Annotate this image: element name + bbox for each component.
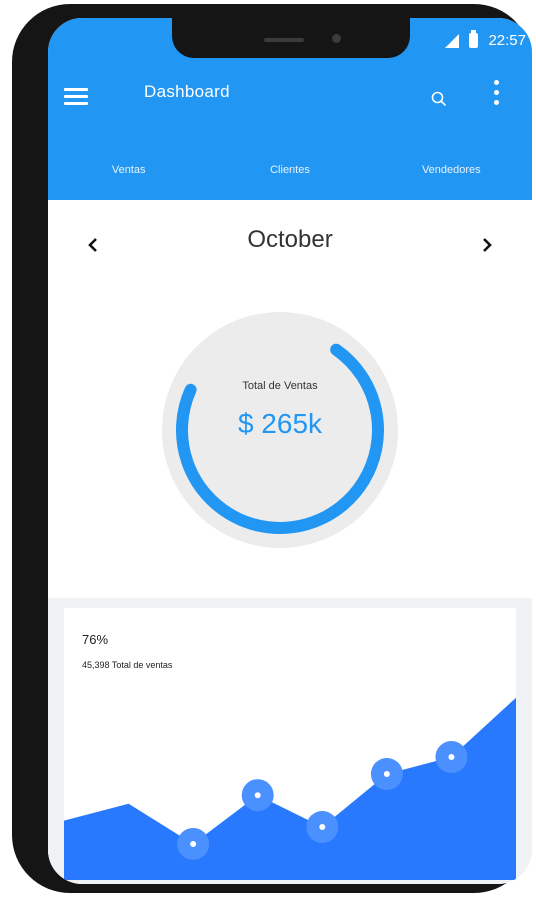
phone-screen: 22:57 Dashboard Ventas Clientes Vendedor… — [48, 18, 532, 884]
side-button — [17, 179, 25, 213]
chart-point — [435, 741, 468, 774]
signal-icon — [445, 33, 460, 48]
chart-point — [306, 811, 339, 843]
sales-chart-card: 76% 45,398 Total de ventas — [64, 608, 516, 880]
gauge-label: Total de Ventas — [242, 380, 318, 392]
side-button — [17, 237, 25, 299]
more-vert-icon[interactable] — [490, 80, 502, 114]
status-bar: 22:57 — [445, 30, 526, 49]
status-time: 22:57 — [488, 32, 526, 49]
tab-ventas[interactable]: Ventas — [48, 164, 209, 176]
page-title: Dashboard — [144, 82, 230, 101]
gauge-value: $ 265k — [237, 408, 323, 439]
search-icon[interactable] — [430, 90, 448, 108]
month-label: October — [247, 226, 333, 253]
menu-icon[interactable] — [64, 88, 88, 106]
month-navigator: October — [48, 226, 532, 270]
app-bar: 22:57 Dashboard Ventas Clientes Vendedor… — [48, 18, 532, 200]
tab-clientes[interactable]: Clientes — [209, 164, 370, 176]
sales-total-subtitle: 45,398 Total de ventas — [82, 660, 173, 670]
sales-area-chart — [64, 697, 516, 880]
chart-point — [241, 779, 274, 812]
side-button — [17, 316, 25, 378]
previous-month-arrow-icon[interactable] — [82, 234, 104, 256]
chart-point — [370, 758, 403, 790]
tab-bar: Ventas Clientes Vendedores — [48, 164, 532, 176]
phone-frame: 22:57 Dashboard Ventas Clientes Vendedor… — [12, 4, 532, 893]
next-month-arrow-icon[interactable] — [476, 234, 498, 256]
tab-vendedores[interactable]: Vendedores — [371, 164, 532, 176]
battery-icon — [469, 30, 479, 48]
speaker — [264, 38, 304, 42]
camera — [332, 34, 341, 43]
chart-point — [177, 827, 210, 860]
notch — [172, 18, 410, 58]
chart-area — [64, 697, 516, 880]
sales-percentage: 76% — [82, 632, 109, 647]
